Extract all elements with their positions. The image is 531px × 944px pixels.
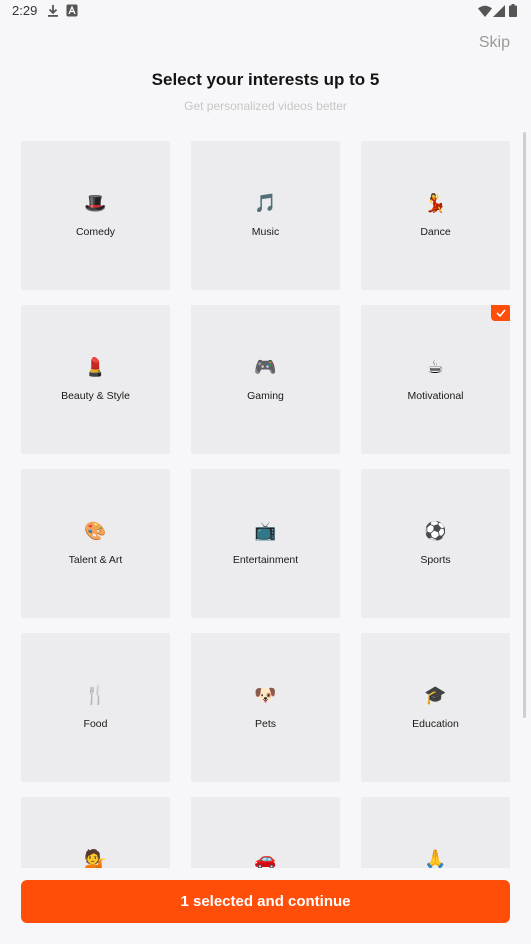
dog-icon: 🐶 [254,685,277,705]
interest-tile[interactable]: 🎵 Music [191,141,340,290]
status-time: 2:29 [12,3,38,18]
palette-icon: 🎨 [84,521,107,541]
interest-tile[interactable]: 💄 Beauty & Style [21,305,170,454]
download-icon [47,4,59,23]
page-subtitle: Get personalized videos better [184,99,347,113]
status-bar: 2:29 [0,0,531,24]
interest-label: Food [83,718,108,730]
interest-label: Education [412,718,459,730]
interest-label: Gaming [247,390,284,402]
dancer-icon: 💃 [424,193,447,213]
tv-icon: 📺 [254,521,277,541]
interest-label: Dance [420,226,451,238]
soccer-ball-icon: ⚽ [424,521,447,541]
selected-check-icon [491,305,510,321]
interest-tile[interactable]: 🎩 Comedy [21,141,170,290]
scrollbar[interactable] [523,132,526,718]
car-icon: 🚗 [254,849,277,868]
folded-hands-icon: 🙏 [424,849,447,868]
interest-label: Talent & Art [68,554,123,566]
interest-tile[interactable]: 🍴 Food [21,633,170,782]
graduation-cap-icon: 🎓 [424,685,447,705]
interest-tile[interactable]: 📺 Entertainment [191,469,340,618]
interests-scroll-area[interactable]: 🎩 Comedy 🎵 Music 💃 Dance 💄 Beauty & Style 🎮 Gamin… [0,132,531,868]
gamepad-icon: 🎮 [254,357,277,377]
interest-label: Beauty & Style [61,390,130,402]
interest-tile[interactable]: ☕ Motivational [361,305,510,454]
continue-button[interactable]: 1 selected and continue [21,880,510,923]
interest-label: Pets [254,718,276,730]
fork-knife-icon: 🍴 [84,685,107,705]
coffee-icon: ☕ [427,357,444,377]
skip-button[interactable]: Skip [479,34,510,52]
signal-icon [493,4,505,22]
person-tipping-hand-icon: 💁 [84,849,107,868]
interest-tile[interactable]: 🎓 Education [361,633,510,782]
music-note-icon: 🎵 [254,193,277,213]
interest-tile[interactable]: 🎨 Talent & Art [21,469,170,618]
interest-label: Entertainment [232,554,299,566]
interest-tile[interactable]: 🙏 [361,797,510,868]
interest-label: Sports [420,554,451,566]
top-hat-icon: 🎩 [84,193,107,213]
interests-grid: 🎩 Comedy 🎵 Music 💃 Dance 💄 Beauty & Style 🎮 Gamin… [21,141,510,868]
interest-label: Motivational [407,390,464,402]
interest-label: Comedy [75,226,116,238]
wifi-icon [478,4,492,22]
interest-tile[interactable]: 🚗 [191,797,340,868]
a-notification-icon [66,4,78,22]
page-title: Select your interests up to 5 [151,70,380,89]
interest-tile[interactable]: 💃 Dance [361,141,510,290]
battery-icon [509,4,517,22]
interest-tile[interactable]: 💁 [21,797,170,868]
interest-tile[interactable]: 🎮 Gaming [191,305,340,454]
interest-label: Music [251,226,280,238]
lipstick-icon: 💄 [84,357,107,377]
interest-tile[interactable]: 🐶 Pets [191,633,340,782]
interest-tile[interactable]: ⚽ Sports [361,469,510,618]
